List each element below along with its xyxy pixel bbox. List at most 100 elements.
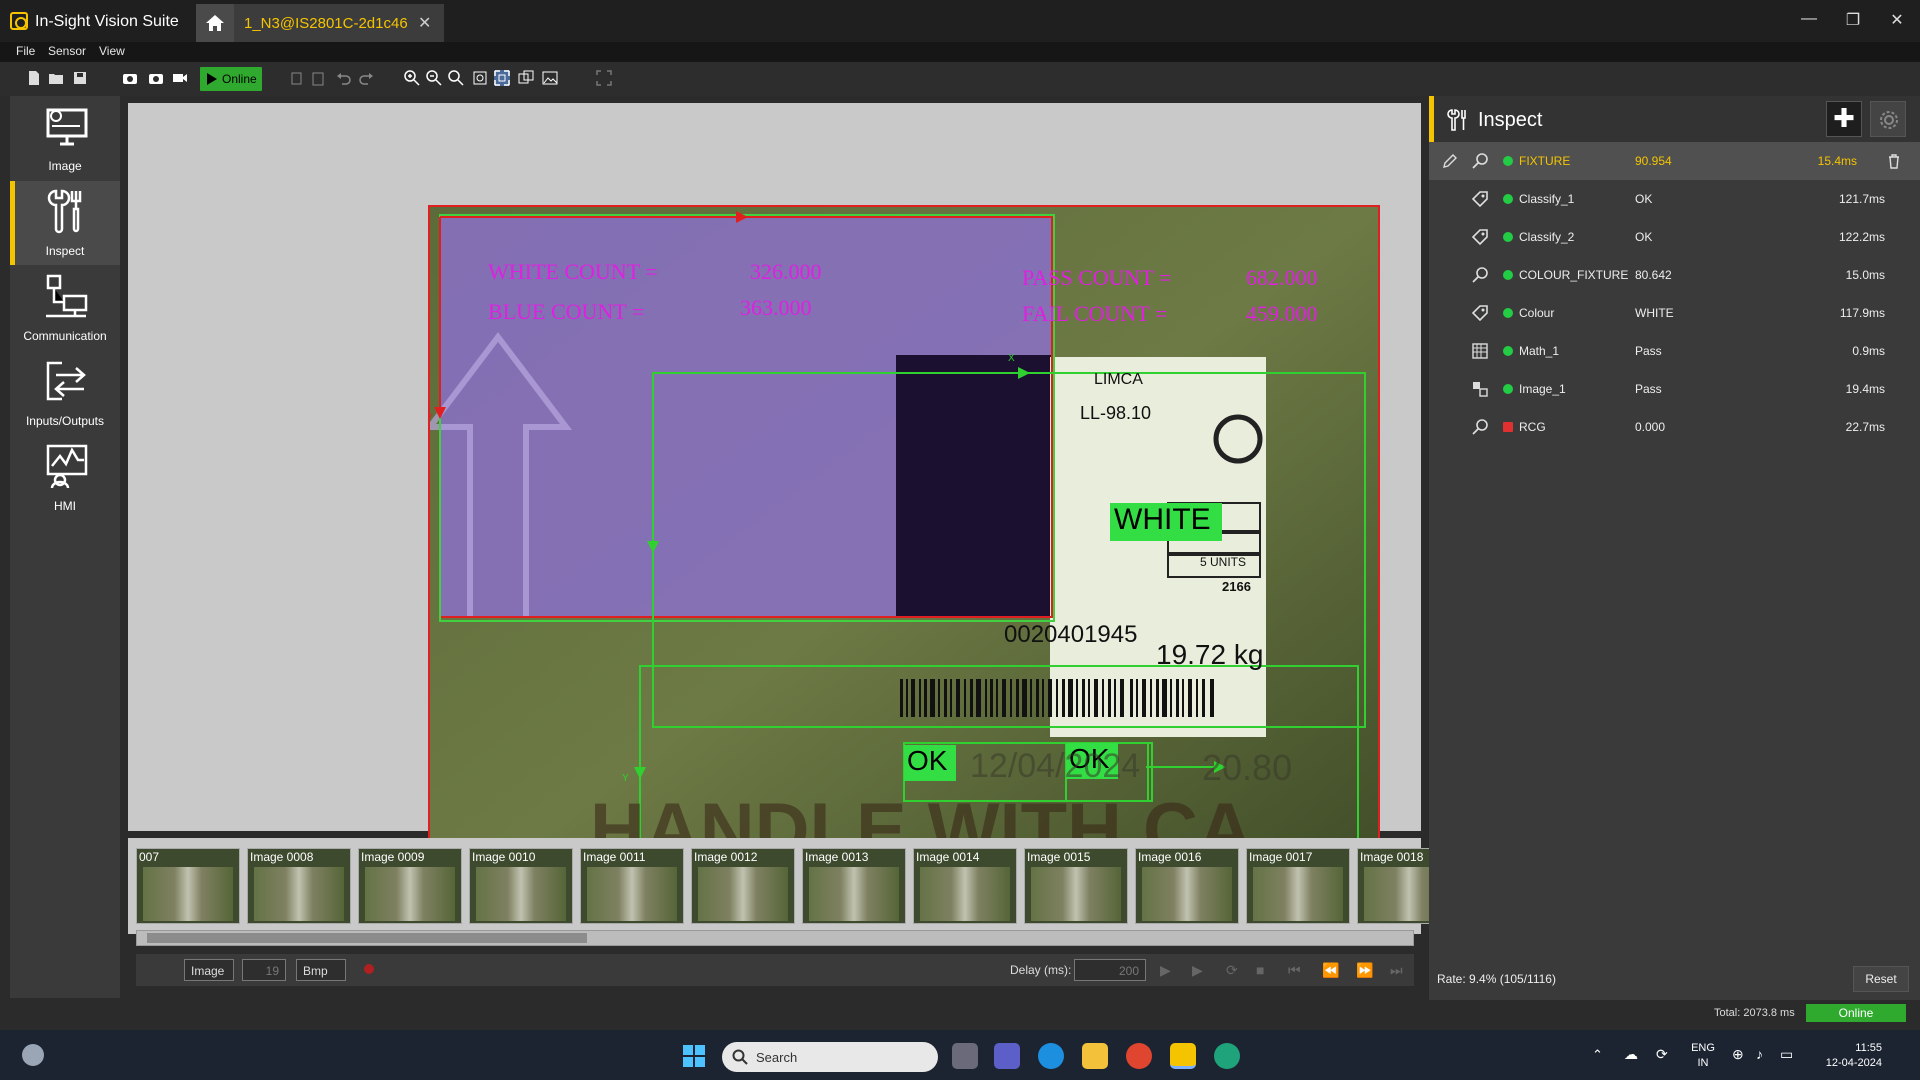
tab-close-icon[interactable]: ✕ [418,13,431,33]
tool-row[interactable]: Classify_2 OK 122.2ms [1429,218,1920,256]
add-tool-button[interactable]: ✚ [1826,101,1862,137]
zoom-fill-icon[interactable] [494,70,510,86]
image-source-select[interactable]: Image [184,959,234,981]
filmstrip-thumbnail[interactable]: Image 0016 [1135,848,1239,924]
nav-item-inspect[interactable]: Inspect [10,181,120,265]
image-workspace[interactable]: WHITE COUNT = 326.000 BLUE COUNT = 363.0… [128,103,1421,919]
nav-item-communication[interactable]: Communication [10,266,120,350]
status-bar: Total: 2073.8 ms Online [0,1000,1920,1026]
sync-icon[interactable]: ⟳ [1656,1046,1668,1063]
language-primary[interactable]: ENG [1690,1042,1716,1054]
battery-icon[interactable]: ▭ [1780,1046,1793,1063]
onedrive-icon[interactable]: ☁ [1624,1046,1638,1063]
label-code: LL-98.10 [1080,403,1152,423]
filmstrip-thumbnail[interactable]: Image 0013 [802,848,906,924]
last-frame-icon[interactable]: ⏭ [1390,962,1403,979]
filmstrip-thumbnail-label: Image 0011 [583,850,646,864]
next-frame-icon[interactable]: ⏩ [1356,962,1373,979]
prev-frame-icon[interactable]: ⏪ [1322,962,1339,979]
video-icon[interactable] [172,70,188,86]
nav-item-hmi[interactable]: HMI [10,436,120,520]
undo-icon[interactable] [336,70,352,86]
delay-input[interactable]: 200 [1074,959,1146,981]
menu-file[interactable]: File [16,44,35,58]
task-view-icon[interactable] [952,1043,978,1069]
filmstrip-thumbnail[interactable]: Image 0009 [358,848,462,924]
filmstrip-scroll-thumb[interactable] [147,933,587,943]
filmstrip-thumbnail[interactable]: Image 0014 [913,848,1017,924]
taskbar-search-label: Search [756,1050,798,1065]
redo-icon[interactable] [358,70,374,86]
teams-icon[interactable] [994,1043,1020,1069]
tool-row[interactable]: Math_1 Pass 0.9ms [1429,332,1920,370]
close-button[interactable]: ✕ [1882,10,1912,30]
fullscreen-icon[interactable] [596,70,612,86]
filmstrip-thumbnail[interactable]: Image 0015 [1024,848,1128,924]
online-toggle-button[interactable]: Online [200,67,262,91]
filmstrip-thumbnail[interactable]: Image 0017 [1246,848,1350,924]
home-button[interactable] [196,4,234,42]
record-icon[interactable] [364,964,374,974]
zoom-100-icon[interactable] [448,70,464,86]
play-once-icon[interactable]: ▶ [1192,962,1203,979]
edge-dev-icon[interactable] [1214,1043,1240,1069]
zoom-in-icon[interactable] [404,70,420,86]
insight-taskbar-icon[interactable] [1170,1043,1196,1069]
open-folder-icon[interactable] [48,70,64,86]
maximize-button[interactable]: ❐ [1838,10,1868,30]
tool-row[interactable]: FIXTURE 90.954 15.4ms [1429,142,1920,180]
camera-icon[interactable] [148,70,164,86]
copy-icon[interactable] [288,70,304,86]
edge-icon[interactable] [1038,1043,1064,1069]
tab-document[interactable]: 1_N3@IS2801C-2d1c46 ✕ [234,4,444,42]
settings-button[interactable] [1870,101,1906,137]
menu-view[interactable]: View [99,44,125,58]
filmstrip-thumbnail[interactable]: 007 [136,848,240,924]
loop-icon[interactable]: ⟳ [1226,962,1238,979]
tool-row[interactable]: Colour WHITE 117.9ms [1429,294,1920,332]
filmstrip-thumbnail[interactable]: Image 0008 [247,848,351,924]
paste-icon[interactable] [310,70,326,86]
new-file-icon[interactable] [26,70,42,86]
camera-trigger-icon[interactable] [122,70,138,86]
filmstrip-scrollbar[interactable] [136,930,1414,946]
tool-row[interactable]: Classify_1 OK 121.7ms [1429,180,1920,218]
taskbar-search-input[interactable]: Search [722,1042,938,1072]
image-index-stepper[interactable]: 19 [242,959,286,981]
nav-item-inputs-outputs[interactable]: Inputs/Outputs [10,351,120,435]
tool-row[interactable]: RCG 0.000 22.7ms [1429,408,1920,446]
delay-label: Delay (ms): [1010,963,1072,977]
clock-time[interactable]: 11:55 [1808,1042,1882,1054]
nav-item-image[interactable]: Image [10,96,120,180]
first-frame-icon[interactable]: ⏮ [1288,962,1301,979]
volume-icon[interactable]: ♪ [1756,1046,1763,1062]
image-format-select[interactable]: Bmp [296,959,346,981]
reset-button[interactable]: Reset [1853,966,1909,992]
tray-chevron-icon[interactable]: ⌃ [1592,1047,1603,1063]
network-globe-icon[interactable]: ⊕ [1732,1046,1744,1063]
file-explorer-icon[interactable] [1082,1043,1108,1069]
tool-row[interactable]: Image_1 Pass 19.4ms [1429,370,1920,408]
acquired-image[interactable]: WHITE COUNT = 326.000 BLUE COUNT = 363.0… [428,205,1380,919]
chrome-icon[interactable] [1126,1043,1152,1069]
tool-row[interactable]: COLOUR_FIXTURE 80.642 15.0ms [1429,256,1920,294]
tag-icon [1471,228,1489,246]
menu-sensor[interactable]: Sensor [48,44,86,58]
delete-icon[interactable] [1885,152,1903,170]
filmstrip-thumbnail[interactable]: Image 0012 [691,848,795,924]
image-overlay-icon[interactable] [542,70,558,86]
filmstrip-thumbnail[interactable]: Image 0010 [469,848,573,924]
edit-pencil-icon[interactable] [1441,152,1459,170]
play-icon[interactable]: ▶ [1160,962,1171,979]
filmstrip-thumbnail[interactable]: Image 0011 [580,848,684,924]
save-icon[interactable] [72,70,88,86]
clock-date[interactable]: 12-04-2024 [1808,1057,1882,1069]
zoom-fit-icon[interactable] [472,70,488,86]
minimize-button[interactable]: — [1794,10,1824,28]
graphics-toggle-icon[interactable] [518,70,534,86]
weather-icon[interactable] [22,1044,44,1066]
language-secondary[interactable]: IN [1690,1057,1716,1069]
stop-icon[interactable]: ■ [1256,962,1264,978]
windows-start-icon[interactable] [682,1044,706,1068]
zoom-out-icon[interactable] [426,70,442,86]
